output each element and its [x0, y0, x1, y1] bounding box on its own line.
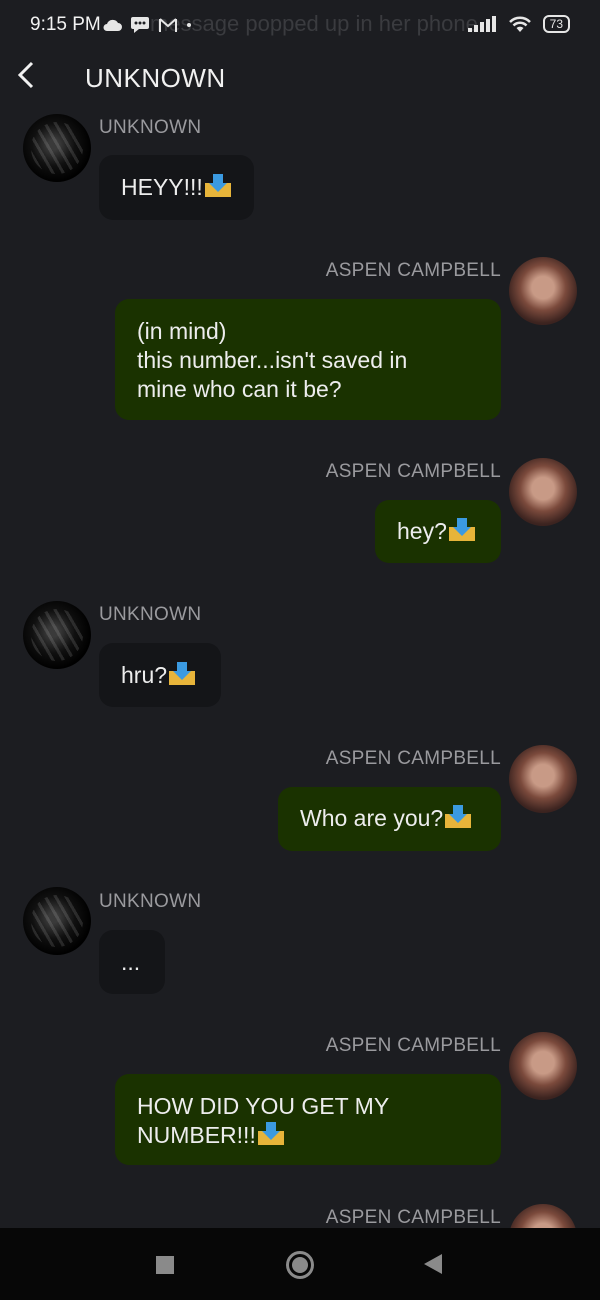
wifi-icon [508, 16, 531, 32]
message-icon [131, 17, 149, 33]
message-bubble-outgoing[interactable]: (in mind) this number...isn't saved in m… [115, 299, 501, 420]
message-bubble-incoming[interactable]: ... [99, 930, 165, 994]
message-text: ... [121, 949, 141, 975]
aspen-avatar[interactable] [509, 745, 577, 813]
status-time: 9:15 PM [30, 14, 101, 35]
message-text: HEYY!!! [121, 174, 203, 200]
message-bubble-incoming[interactable]: hru? [99, 643, 221, 707]
message-line: mine who can it be? [137, 376, 342, 402]
home-icon[interactable] [286, 1251, 314, 1279]
incoming-envelope-icon [204, 174, 231, 197]
message-bubble-outgoing[interactable]: Who are you? [278, 787, 501, 851]
message-bubble-outgoing[interactable]: hey? [375, 500, 501, 563]
message-line: this number...isn't saved in [137, 347, 408, 373]
system-navigation-bar [0, 1228, 600, 1300]
back-arrow-icon[interactable] [14, 58, 40, 92]
chat-header: UNKNOWN [0, 52, 600, 104]
unknown-avatar[interactable] [23, 887, 91, 955]
sender-name: UNKNOWN [99, 604, 202, 625]
aspen-avatar[interactable] [509, 1032, 577, 1100]
ghost-notification-text: message popped up in her phone [150, 11, 478, 36]
sender-name: UNKNOWN [99, 117, 202, 138]
battery-icon: 73 [542, 15, 570, 33]
chat-title: UNKNOWN [85, 63, 226, 93]
back-triangle-icon[interactable] [424, 1254, 442, 1274]
incoming-envelope-icon [448, 518, 475, 541]
message-line-with-envelope: NUMBER!!! [137, 1121, 479, 1150]
message-line: HOW DID YOU GET MY [137, 1093, 390, 1119]
sender-name: UNKNOWN [99, 891, 202, 912]
message-bubble-outgoing[interactable]: HOW DID YOU GET MY NUMBER!!! [115, 1074, 501, 1165]
message-text: hey? [397, 518, 447, 544]
aspen-avatar[interactable] [509, 458, 577, 526]
gmail-icon [159, 18, 177, 32]
status-bar: message popped up in her phone 9:15 PM 7… [0, 0, 600, 52]
dot-icon [187, 23, 191, 27]
unknown-avatar[interactable] [23, 601, 91, 669]
sender-name: ASPEN CAMPBELL [325, 461, 501, 482]
incoming-envelope-icon [169, 662, 196, 685]
message-bubble-incoming[interactable]: HEYY!!! [99, 155, 254, 220]
message-line: (in mind) [137, 318, 227, 344]
message-text: hru? [121, 662, 168, 688]
sender-name: ASPEN CAMPBELL [325, 260, 501, 281]
message-text: Who are you? [300, 805, 444, 831]
sender-name: ASPEN CAMPBELL [325, 1207, 501, 1228]
incoming-envelope-icon [445, 805, 472, 828]
unknown-avatar[interactable] [23, 114, 91, 182]
aspen-avatar[interactable] [509, 257, 577, 325]
recent-apps-icon[interactable] [156, 1256, 174, 1274]
message-text: NUMBER!!! [137, 1122, 256, 1148]
cloud-icon [103, 19, 122, 31]
status-right-icons: 73 [467, 14, 570, 34]
status-left-icons [102, 16, 192, 34]
signal-icon [467, 16, 496, 32]
sender-name: ASPEN CAMPBELL [325, 748, 501, 769]
incoming-envelope-icon [257, 1122, 284, 1145]
sender-name: ASPEN CAMPBELL [325, 1035, 501, 1056]
